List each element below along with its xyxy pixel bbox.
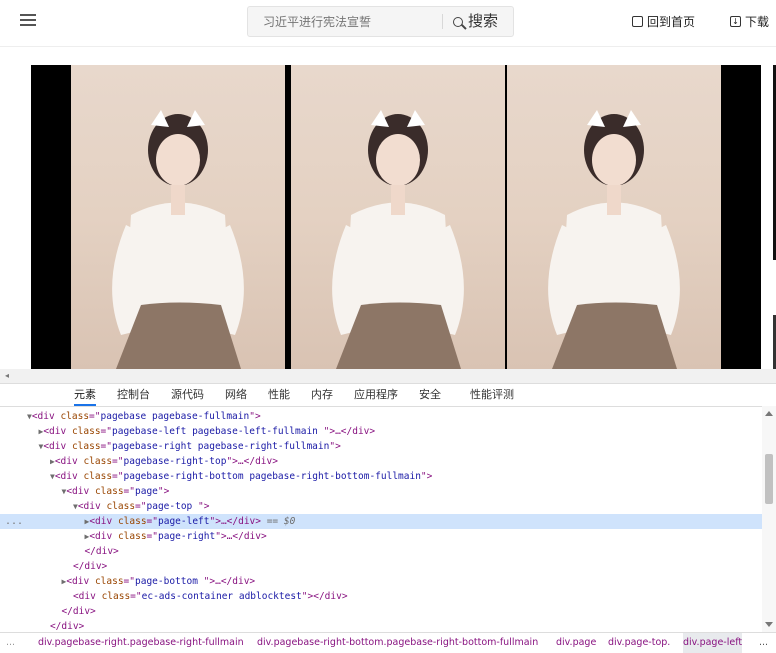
dom-tree-line[interactable]: ▼<div class="pagebase-right-bottom pageb… [0, 469, 762, 484]
top-bar: 搜索 回到首页 ↓ 下载 [0, 0, 776, 47]
tab-memory[interactable]: 内存 [311, 384, 333, 406]
dom-node: </div> [61, 606, 96, 617]
download-icon: ↓ [730, 16, 741, 27]
breadcrumb-item[interactable]: div.page-left [683, 633, 743, 653]
breadcrumb-item[interactable]: div.page [556, 633, 596, 653]
search-button[interactable]: 搜索 [453, 7, 498, 36]
scroll-down-icon[interactable] [765, 622, 773, 627]
search-icon [453, 16, 463, 27]
dom-node: </div> [72, 561, 108, 572]
search-button-label: 搜索 [468, 12, 499, 30]
dom-node: ▶<div class="pagebase-right-top">…</div> [50, 456, 278, 467]
dom-tree-line[interactable]: ▶<div class="pagebase-left pagebase-left… [0, 424, 762, 439]
dom-tree-line[interactable]: ▶<div class="pagebase-right-top">…</div> [0, 454, 762, 469]
video-player[interactable] [31, 65, 761, 369]
tab-console[interactable]: 控制台 [117, 384, 150, 406]
breadcrumb-item[interactable]: div.pagebase-right-bottom.pagebase-right… [257, 633, 538, 653]
tab-elements[interactable]: 元素 [74, 384, 96, 406]
breadcrumb-item[interactable]: div.pagebase-right.pagebase-right-fullma… [38, 633, 244, 653]
download-link[interactable]: ↓ 下载 [730, 13, 769, 30]
dom-node: ▼<div class="pagebase pagebase-fullmain"… [27, 411, 261, 422]
home-icon [632, 16, 643, 27]
breadcrumb-item[interactable]: ... [759, 633, 768, 653]
video-frame [71, 65, 285, 369]
side-thumbnail[interactable] [770, 65, 776, 369]
dom-tree-line[interactable]: ▼<div class="pagebase-right pagebase-rig… [0, 439, 762, 454]
tab-performance[interactable]: 性能 [268, 384, 290, 406]
search-box: 搜索 [247, 6, 514, 37]
home-link-label: 回到首页 [647, 15, 696, 29]
gutter-menu-icon[interactable]: ... [5, 514, 23, 529]
horizontal-scrollbar[interactable]: ◂ [0, 369, 776, 384]
breadcrumb-item[interactable]: div.page-top. [608, 633, 670, 653]
dom-tree-line[interactable]: <div class="ec-ads-container adblocktest… [0, 589, 762, 604]
breadcrumb-item[interactable]: ... [6, 633, 15, 653]
tab-sources[interactable]: 源代码 [171, 384, 204, 406]
scroll-up-icon[interactable] [765, 411, 773, 416]
dom-node: ▼<div class="page-top "> [73, 501, 210, 512]
tab-network[interactable]: 网络 [225, 384, 247, 406]
figure-illustration [548, 110, 680, 369]
search-divider [442, 14, 443, 29]
dom-node: ▶<div class="page-left">…</div> == $0 [84, 516, 296, 527]
dom-tree-line[interactable]: ▼<div class="pagebase pagebase-fullmain"… [0, 409, 762, 424]
dom-tree-line[interactable]: </div> [0, 544, 762, 559]
dom-tree-line[interactable]: ... ▶<div class="page-left">…</div> == $0 [0, 514, 762, 529]
download-link-label: 下载 [745, 15, 770, 29]
tab-lighthouse[interactable]: 性能评测 [470, 384, 514, 406]
dom-tree-line[interactable]: ▼<div class="page"> [0, 484, 762, 499]
dom-node: </div> [84, 546, 119, 557]
menu-icon[interactable] [20, 12, 36, 28]
dom-tree-line[interactable]: ▼<div class="page-top "> [0, 499, 762, 514]
selected-marker: == $0 [260, 516, 296, 527]
scroll-left-icon[interactable]: ◂ [5, 371, 9, 380]
home-link[interactable]: 回到首页 [632, 13, 695, 30]
dom-tree[interactable]: ▼<div class="pagebase pagebase-fullmain"… [0, 406, 762, 632]
search-input[interactable] [248, 7, 453, 36]
dom-node: ▼<div class="page"> [61, 486, 170, 497]
dom-tree-line[interactable]: </div> [0, 604, 762, 619]
figure-illustration [112, 110, 244, 369]
breadcrumb: ... div.pagebase-right.pagebase-right-ful… [0, 632, 776, 653]
vertical-scrollbar[interactable] [762, 406, 776, 632]
dom-tree-line[interactable]: ▶<div class="page-right">…</div> [0, 529, 762, 544]
video-frame [507, 65, 721, 369]
dom-node: ▶<div class="page-right">…</div> [84, 531, 267, 542]
dom-node: ▼<div class="pagebase-right-bottom pageb… [50, 471, 433, 482]
video-frame [291, 65, 505, 369]
dom-node: ▼<div class="pagebase-right pagebase-rig… [38, 441, 341, 452]
tab-application[interactable]: 应用程序 [354, 384, 398, 406]
dom-node: <div class="ec-ads-container adblocktest… [72, 591, 348, 602]
tab-security[interactable]: 安全 [419, 384, 441, 406]
dom-node: ▶<div class="page-bottom ">…</div> [61, 576, 256, 587]
scroll-thumb[interactable] [765, 454, 773, 504]
figure-illustration [332, 110, 464, 369]
dom-tree-line[interactable]: </div> [0, 559, 762, 574]
dom-node: </div> [49, 621, 85, 632]
devtools-tabs: 元素 控制台 源代码 网络 性能 内存 应用程序 安全 性能评测 [0, 384, 776, 407]
dom-node: ▶<div class="pagebase-left pagebase-left… [38, 426, 376, 437]
dom-tree-line[interactable]: </div> [0, 619, 762, 632]
dom-tree-line[interactable]: ▶<div class="page-bottom ">…</div> [0, 574, 762, 589]
